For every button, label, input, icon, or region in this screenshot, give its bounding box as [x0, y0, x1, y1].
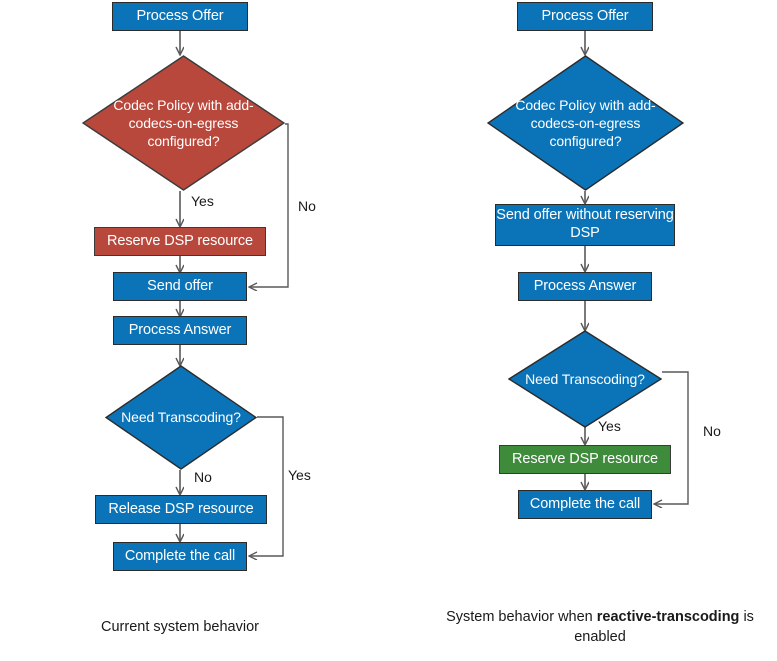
- right-process-offer-label: Process Offer: [541, 7, 629, 24]
- diagram-canvas: Process Offer Codec Policy with add-code…: [0, 0, 777, 661]
- left-need-transcoding-label: Need Transcoding?: [121, 409, 241, 426]
- left-codec-policy-decision[interactable]: Codec Policy with add-codecs-on-egress c…: [82, 55, 285, 191]
- right-reserve-dsp-node[interactable]: Reserve DSP resource: [499, 445, 671, 474]
- right-need-transcoding-label: Need Transcoding?: [525, 370, 645, 387]
- left-codec-policy-label: Codec Policy with add-codecs-on-egress c…: [113, 96, 254, 150]
- left-reserve-dsp-node[interactable]: Reserve DSP resource: [94, 227, 266, 256]
- right-complete-call-node[interactable]: Complete the call: [518, 490, 652, 519]
- right-panel-caption-prefix: System behavior when: [446, 609, 597, 625]
- left-codec-yes-label: Yes: [191, 193, 214, 209]
- left-send-offer-label: Send offer: [147, 277, 213, 294]
- left-process-answer-label: Process Answer: [128, 321, 232, 338]
- left-transcode-no-label: No: [194, 469, 212, 485]
- right-transcode-yes-label: Yes: [598, 418, 621, 434]
- left-panel-caption: Current system behavior: [40, 618, 320, 638]
- right-need-transcoding-decision[interactable]: Need Transcoding?: [508, 330, 662, 428]
- right-codec-policy-label: Codec Policy with add-codecs-on-egress c…: [515, 96, 656, 150]
- right-transcode-no-label: No: [703, 423, 721, 439]
- right-process-answer-label: Process Answer: [533, 277, 637, 294]
- left-release-dsp-label: Release DSP resource: [108, 500, 254, 517]
- left-release-dsp-node[interactable]: Release DSP resource: [95, 495, 267, 524]
- left-transcode-yes-label: Yes: [288, 467, 311, 483]
- left-complete-call-label: Complete the call: [124, 547, 236, 564]
- left-process-offer-label: Process Offer: [136, 7, 224, 24]
- right-process-answer-node[interactable]: Process Answer: [518, 272, 652, 301]
- left-process-offer-node[interactable]: Process Offer: [112, 2, 248, 31]
- right-send-offer-without-dsp-label: Send offer without reserving DSP: [496, 207, 674, 241]
- right-send-offer-without-dsp-node[interactable]: Send offer without reserving DSP: [495, 204, 675, 246]
- right-panel-caption-bold: reactive-transcoding: [596, 609, 740, 625]
- left-need-transcoding-decision[interactable]: Need Transcoding?: [105, 365, 257, 470]
- left-panel-caption-text: Current system behavior: [101, 619, 259, 635]
- right-complete-call-label: Complete the call: [529, 495, 641, 512]
- right-panel-caption: System behavior when reactive-transcodin…: [440, 608, 760, 647]
- right-codec-policy-decision[interactable]: Codec Policy with add-codecs-on-egress c…: [487, 55, 684, 191]
- right-reserve-dsp-label: Reserve DSP resource: [511, 450, 659, 467]
- left-process-answer-node[interactable]: Process Answer: [113, 316, 247, 345]
- left-codec-no-label: No: [298, 198, 316, 214]
- left-send-offer-node[interactable]: Send offer: [113, 272, 247, 301]
- left-complete-call-node[interactable]: Complete the call: [113, 542, 247, 571]
- right-process-offer-node[interactable]: Process Offer: [517, 2, 653, 31]
- left-reserve-dsp-label: Reserve DSP resource: [106, 232, 254, 249]
